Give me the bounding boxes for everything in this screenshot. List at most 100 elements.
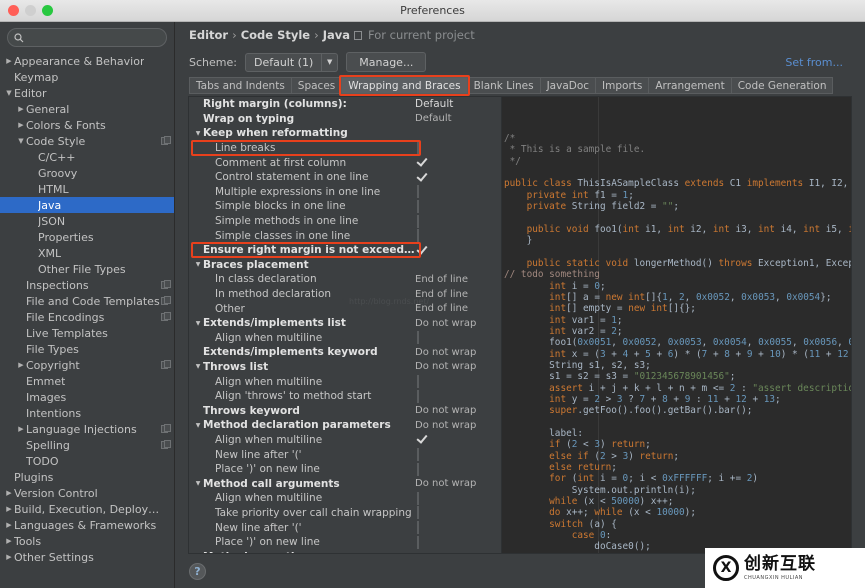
setting-row[interactable]: Comment at first column <box>189 155 501 170</box>
checkbox[interactable] <box>417 244 419 257</box>
settings-tree[interactable]: ▶ Appearance & Behavior Keymap ▼ Editor ▶ Gen… <box>0 51 174 588</box>
setting-row[interactable]: In method declaration End of line <box>189 287 501 302</box>
setting-row[interactable]: Ensure right margin is not exceeded <box>189 243 501 258</box>
setting-row[interactable]: In class declaration End of line <box>189 272 501 287</box>
sidebar-item-code-style[interactable]: ▼ Code Style <box>0 133 174 149</box>
chevron-right-icon[interactable]: ▶ <box>16 361 26 369</box>
chevron-right-icon[interactable]: ▶ <box>16 105 26 113</box>
setting-value[interactable]: End of line <box>415 289 501 300</box>
set-from-link[interactable]: Set from... <box>785 56 843 69</box>
chevron-down-icon[interactable]: ▼ <box>193 130 203 137</box>
chevron-down-icon[interactable]: ▼ <box>193 261 203 268</box>
setting-row[interactable]: Simple methods in one line <box>189 214 501 229</box>
setting-row[interactable]: ▼ Extends/implements list Do not wrap <box>189 316 501 331</box>
checkbox[interactable] <box>417 521 419 535</box>
setting-row[interactable]: Align when multiline <box>189 374 501 389</box>
sidebar-item-xml[interactable]: XML <box>0 245 174 261</box>
setting-row[interactable]: Wrap on typing Default <box>189 112 501 127</box>
chevron-right-icon[interactable]: ▶ <box>4 57 14 65</box>
search-box[interactable] <box>7 28 167 47</box>
chevron-right-icon[interactable]: ▶ <box>4 553 14 561</box>
tab-spaces[interactable]: Spaces <box>290 77 342 94</box>
sidebar-item-images[interactable]: Images <box>0 389 174 405</box>
checkbox[interactable] <box>417 375 419 389</box>
setting-row[interactable]: Other End of line <box>189 301 501 316</box>
setting-row[interactable]: Multiple expressions in one line <box>189 185 501 200</box>
checkbox[interactable] <box>417 229 419 243</box>
sidebar-item-spelling[interactable]: Spelling <box>0 437 174 453</box>
sidebar-item-other-file-types[interactable]: Other File Types <box>0 261 174 277</box>
sidebar-item-colors-fonts[interactable]: ▶ Colors & Fonts <box>0 117 174 133</box>
checkbox[interactable] <box>417 171 419 184</box>
checkbox[interactable] <box>417 535 419 549</box>
sidebar-item-other-settings[interactable]: ▶ Other Settings <box>0 549 174 565</box>
manage-button[interactable]: Manage... <box>346 52 427 72</box>
setting-row[interactable]: Align 'throws' to method start <box>189 389 501 404</box>
setting-row[interactable]: Simple blocks in one line <box>189 199 501 214</box>
settings-options-table[interactable]: Right margin (columns): Default Wrap on t… <box>188 96 502 554</box>
tab-blank-lines[interactable]: Blank Lines <box>466 77 540 94</box>
setting-row[interactable]: Align when multiline <box>189 491 501 506</box>
checkbox[interactable] <box>417 141 419 155</box>
chevron-down-icon[interactable]: ▼ <box>193 363 203 370</box>
sidebar-item-editor[interactable]: ▼ Editor <box>0 85 174 101</box>
setting-row[interactable]: Take priority over call chain wrapping <box>189 506 501 521</box>
breadcrumb-part-code-style[interactable]: Code Style <box>241 28 310 42</box>
tab-arrangement[interactable]: Arrangement <box>648 77 731 94</box>
setting-value[interactable]: Do not wrap <box>415 478 501 489</box>
breadcrumb-part-editor[interactable]: Editor <box>189 28 228 42</box>
checkbox[interactable] <box>417 433 419 446</box>
setting-row[interactable]: ▼ Braces placement <box>189 258 501 273</box>
setting-row[interactable]: Place ')' on new line <box>189 462 501 477</box>
sidebar-item-tools[interactable]: ▶ Tools <box>0 533 174 549</box>
setting-value[interactable]: Do not wrap <box>415 347 501 358</box>
settings-tabs[interactable]: Tabs and Indents Spaces Wrapping and Brace… <box>189 75 865 96</box>
chevron-down-icon[interactable]: ▼ <box>193 320 203 327</box>
checkbox[interactable] <box>417 389 419 403</box>
chevron-right-icon[interactable]: ▶ <box>16 121 26 129</box>
chevron-right-icon[interactable]: ▶ <box>16 425 26 433</box>
setting-row[interactable]: Simple classes in one line <box>189 228 501 243</box>
setting-value[interactable]: Default <box>415 98 501 110</box>
setting-value[interactable]: End of line <box>415 303 501 314</box>
chevron-down-icon[interactable]: ▼ <box>193 480 203 487</box>
checkbox[interactable] <box>417 448 419 462</box>
chevron-down-icon[interactable]: ▼ <box>4 89 14 97</box>
sidebar-item-todo[interactable]: TODO <box>0 453 174 469</box>
checkbox[interactable] <box>417 506 419 520</box>
sidebar-item-intentions[interactable]: Intentions <box>0 405 174 421</box>
setting-row[interactable]: New line after '(' <box>189 520 501 535</box>
setting-row[interactable]: New line after '(' <box>189 447 501 462</box>
tab-tabs-and-indents[interactable]: Tabs and Indents <box>189 77 291 94</box>
sidebar-item-html[interactable]: HTML <box>0 181 174 197</box>
sidebar-item-file-encodings[interactable]: File Encodings <box>0 309 174 325</box>
sidebar-item-build-execution-deployment[interactable]: ▶ Build, Execution, Deployment <box>0 501 174 517</box>
sidebar-item-live-templates[interactable]: Live Templates <box>0 325 174 341</box>
checkbox[interactable] <box>417 491 419 505</box>
tab-wrapping-and-braces[interactable]: Wrapping and Braces <box>339 75 470 96</box>
chevron-right-icon[interactable]: ▶ <box>4 537 14 545</box>
help-button[interactable]: ? <box>189 562 206 580</box>
tab-javadoc[interactable]: JavaDoc <box>539 77 596 94</box>
tab-code-generation[interactable]: Code Generation <box>730 77 834 94</box>
setting-row[interactable]: Throws keyword Do not wrap <box>189 403 501 418</box>
setting-row[interactable]: Align when multiline <box>189 433 501 448</box>
sidebar-item-appearance-behavior[interactable]: ▶ Appearance & Behavior <box>0 53 174 69</box>
checkbox[interactable] <box>417 331 419 345</box>
sidebar-item-properties[interactable]: Properties <box>0 229 174 245</box>
sidebar-item-file-types[interactable]: File Types <box>0 341 174 357</box>
chevron-right-icon[interactable]: ▶ <box>4 521 14 529</box>
sidebar-item-json[interactable]: JSON <box>0 213 174 229</box>
sidebar-item-java[interactable]: Java <box>0 197 174 213</box>
breadcrumb-part-java[interactable]: Java <box>323 28 350 42</box>
sidebar-item-c-c[interactable]: C/C++ <box>0 149 174 165</box>
setting-row[interactable]: Place ')' on new line <box>189 535 501 550</box>
sidebar-item-languages-frameworks[interactable]: ▶ Languages & Frameworks <box>0 517 174 533</box>
setting-row[interactable]: Extends/implements keyword Do not wrap <box>189 345 501 360</box>
checkbox[interactable] <box>417 156 419 169</box>
scheme-dropdown[interactable]: Default (1) ▼ <box>244 52 339 72</box>
checkbox[interactable] <box>417 462 419 476</box>
checkbox[interactable] <box>417 185 419 199</box>
setting-row[interactable]: Line breaks <box>189 141 501 156</box>
checkbox[interactable] <box>417 214 419 228</box>
